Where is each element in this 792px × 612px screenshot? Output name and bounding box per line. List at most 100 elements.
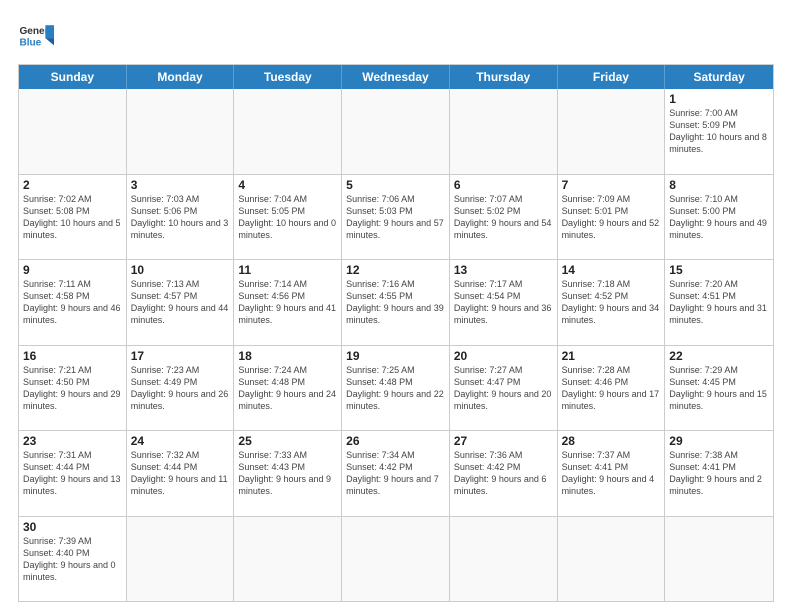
day-number: 5 <box>346 178 445 192</box>
calendar-day-empty <box>342 89 450 174</box>
calendar-day-29: 29Sunrise: 7:38 AM Sunset: 4:41 PM Dayli… <box>665 431 773 516</box>
day-number: 26 <box>346 434 445 448</box>
calendar-day-5: 5Sunrise: 7:06 AM Sunset: 5:03 PM Daylig… <box>342 175 450 260</box>
day-number: 19 <box>346 349 445 363</box>
day-info: Sunrise: 7:34 AM Sunset: 4:42 PM Dayligh… <box>346 449 445 498</box>
calendar-day-8: 8Sunrise: 7:10 AM Sunset: 5:00 PM Daylig… <box>665 175 773 260</box>
calendar-day-empty <box>19 89 127 174</box>
day-info: Sunrise: 7:06 AM Sunset: 5:03 PM Dayligh… <box>346 193 445 242</box>
calendar-day-15: 15Sunrise: 7:20 AM Sunset: 4:51 PM Dayli… <box>665 260 773 345</box>
day-info: Sunrise: 7:10 AM Sunset: 5:00 PM Dayligh… <box>669 193 769 242</box>
day-info: Sunrise: 7:31 AM Sunset: 4:44 PM Dayligh… <box>23 449 122 498</box>
day-info: Sunrise: 7:39 AM Sunset: 4:40 PM Dayligh… <box>23 535 122 584</box>
day-number: 21 <box>562 349 661 363</box>
calendar-day-23: 23Sunrise: 7:31 AM Sunset: 4:44 PM Dayli… <box>19 431 127 516</box>
calendar-day-7: 7Sunrise: 7:09 AM Sunset: 5:01 PM Daylig… <box>558 175 666 260</box>
day-number: 30 <box>23 520 122 534</box>
calendar-row-2: 2Sunrise: 7:02 AM Sunset: 5:08 PM Daylig… <box>19 175 773 261</box>
day-number: 15 <box>669 263 769 277</box>
weekday-header-wednesday: Wednesday <box>342 65 450 89</box>
day-info: Sunrise: 7:36 AM Sunset: 4:42 PM Dayligh… <box>454 449 553 498</box>
calendar-day-19: 19Sunrise: 7:25 AM Sunset: 4:48 PM Dayli… <box>342 346 450 431</box>
calendar-day-2: 2Sunrise: 7:02 AM Sunset: 5:08 PM Daylig… <box>19 175 127 260</box>
page: General Blue SundayMondayTuesdayWednesda… <box>0 0 792 612</box>
day-number: 6 <box>454 178 553 192</box>
calendar-day-14: 14Sunrise: 7:18 AM Sunset: 4:52 PM Dayli… <box>558 260 666 345</box>
calendar-body: 1Sunrise: 7:00 AM Sunset: 5:09 PM Daylig… <box>19 89 773 601</box>
day-number: 29 <box>669 434 769 448</box>
calendar: SundayMondayTuesdayWednesdayThursdayFrid… <box>18 64 774 602</box>
calendar-header: SundayMondayTuesdayWednesdayThursdayFrid… <box>19 65 773 89</box>
day-number: 20 <box>454 349 553 363</box>
calendar-row-1: 1Sunrise: 7:00 AM Sunset: 5:09 PM Daylig… <box>19 89 773 175</box>
day-info: Sunrise: 7:02 AM Sunset: 5:08 PM Dayligh… <box>23 193 122 242</box>
day-info: Sunrise: 7:37 AM Sunset: 4:41 PM Dayligh… <box>562 449 661 498</box>
calendar-day-30: 30Sunrise: 7:39 AM Sunset: 4:40 PM Dayli… <box>19 517 127 602</box>
day-info: Sunrise: 7:14 AM Sunset: 4:56 PM Dayligh… <box>238 278 337 327</box>
day-info: Sunrise: 7:13 AM Sunset: 4:57 PM Dayligh… <box>131 278 230 327</box>
calendar-day-24: 24Sunrise: 7:32 AM Sunset: 4:44 PM Dayli… <box>127 431 235 516</box>
day-number: 10 <box>131 263 230 277</box>
day-info: Sunrise: 7:27 AM Sunset: 4:47 PM Dayligh… <box>454 364 553 413</box>
day-number: 1 <box>669 92 769 106</box>
calendar-day-4: 4Sunrise: 7:04 AM Sunset: 5:05 PM Daylig… <box>234 175 342 260</box>
logo-icon: General Blue <box>18 18 54 54</box>
header: General Blue <box>18 18 774 54</box>
day-info: Sunrise: 7:29 AM Sunset: 4:45 PM Dayligh… <box>669 364 769 413</box>
calendar-day-6: 6Sunrise: 7:07 AM Sunset: 5:02 PM Daylig… <box>450 175 558 260</box>
day-number: 11 <box>238 263 337 277</box>
day-number: 3 <box>131 178 230 192</box>
day-info: Sunrise: 7:07 AM Sunset: 5:02 PM Dayligh… <box>454 193 553 242</box>
day-info: Sunrise: 7:21 AM Sunset: 4:50 PM Dayligh… <box>23 364 122 413</box>
day-info: Sunrise: 7:09 AM Sunset: 5:01 PM Dayligh… <box>562 193 661 242</box>
calendar-day-21: 21Sunrise: 7:28 AM Sunset: 4:46 PM Dayli… <box>558 346 666 431</box>
calendar-day-16: 16Sunrise: 7:21 AM Sunset: 4:50 PM Dayli… <box>19 346 127 431</box>
calendar-day-empty <box>127 517 235 602</box>
calendar-day-28: 28Sunrise: 7:37 AM Sunset: 4:41 PM Dayli… <box>558 431 666 516</box>
day-number: 7 <box>562 178 661 192</box>
calendar-day-empty <box>127 89 235 174</box>
day-number: 17 <box>131 349 230 363</box>
day-number: 27 <box>454 434 553 448</box>
day-info: Sunrise: 7:11 AM Sunset: 4:58 PM Dayligh… <box>23 278 122 327</box>
calendar-day-11: 11Sunrise: 7:14 AM Sunset: 4:56 PM Dayli… <box>234 260 342 345</box>
day-number: 18 <box>238 349 337 363</box>
day-info: Sunrise: 7:28 AM Sunset: 4:46 PM Dayligh… <box>562 364 661 413</box>
day-number: 14 <box>562 263 661 277</box>
calendar-day-1: 1Sunrise: 7:00 AM Sunset: 5:09 PM Daylig… <box>665 89 773 174</box>
weekday-header-saturday: Saturday <box>665 65 773 89</box>
calendar-day-13: 13Sunrise: 7:17 AM Sunset: 4:54 PM Dayli… <box>450 260 558 345</box>
calendar-day-3: 3Sunrise: 7:03 AM Sunset: 5:06 PM Daylig… <box>127 175 235 260</box>
day-info: Sunrise: 7:16 AM Sunset: 4:55 PM Dayligh… <box>346 278 445 327</box>
calendar-day-empty <box>450 89 558 174</box>
calendar-row-4: 16Sunrise: 7:21 AM Sunset: 4:50 PM Dayli… <box>19 346 773 432</box>
day-number: 23 <box>23 434 122 448</box>
weekday-header-sunday: Sunday <box>19 65 127 89</box>
weekday-header-monday: Monday <box>127 65 235 89</box>
calendar-row-3: 9Sunrise: 7:11 AM Sunset: 4:58 PM Daylig… <box>19 260 773 346</box>
calendar-day-17: 17Sunrise: 7:23 AM Sunset: 4:49 PM Dayli… <box>127 346 235 431</box>
calendar-day-22: 22Sunrise: 7:29 AM Sunset: 4:45 PM Dayli… <box>665 346 773 431</box>
day-info: Sunrise: 7:03 AM Sunset: 5:06 PM Dayligh… <box>131 193 230 242</box>
day-number: 2 <box>23 178 122 192</box>
day-number: 4 <box>238 178 337 192</box>
day-info: Sunrise: 7:18 AM Sunset: 4:52 PM Dayligh… <box>562 278 661 327</box>
calendar-day-9: 9Sunrise: 7:11 AM Sunset: 4:58 PM Daylig… <box>19 260 127 345</box>
weekday-header-friday: Friday <box>558 65 666 89</box>
day-number: 9 <box>23 263 122 277</box>
day-info: Sunrise: 7:33 AM Sunset: 4:43 PM Dayligh… <box>238 449 337 498</box>
day-info: Sunrise: 7:23 AM Sunset: 4:49 PM Dayligh… <box>131 364 230 413</box>
day-info: Sunrise: 7:00 AM Sunset: 5:09 PM Dayligh… <box>669 107 769 156</box>
day-info: Sunrise: 7:24 AM Sunset: 4:48 PM Dayligh… <box>238 364 337 413</box>
day-number: 8 <box>669 178 769 192</box>
calendar-day-27: 27Sunrise: 7:36 AM Sunset: 4:42 PM Dayli… <box>450 431 558 516</box>
calendar-day-12: 12Sunrise: 7:16 AM Sunset: 4:55 PM Dayli… <box>342 260 450 345</box>
calendar-row-6: 30Sunrise: 7:39 AM Sunset: 4:40 PM Dayli… <box>19 517 773 602</box>
day-number: 13 <box>454 263 553 277</box>
calendar-day-empty <box>234 89 342 174</box>
calendar-day-20: 20Sunrise: 7:27 AM Sunset: 4:47 PM Dayli… <box>450 346 558 431</box>
calendar-day-empty <box>342 517 450 602</box>
day-number: 25 <box>238 434 337 448</box>
logo: General Blue <box>18 18 54 54</box>
day-number: 22 <box>669 349 769 363</box>
